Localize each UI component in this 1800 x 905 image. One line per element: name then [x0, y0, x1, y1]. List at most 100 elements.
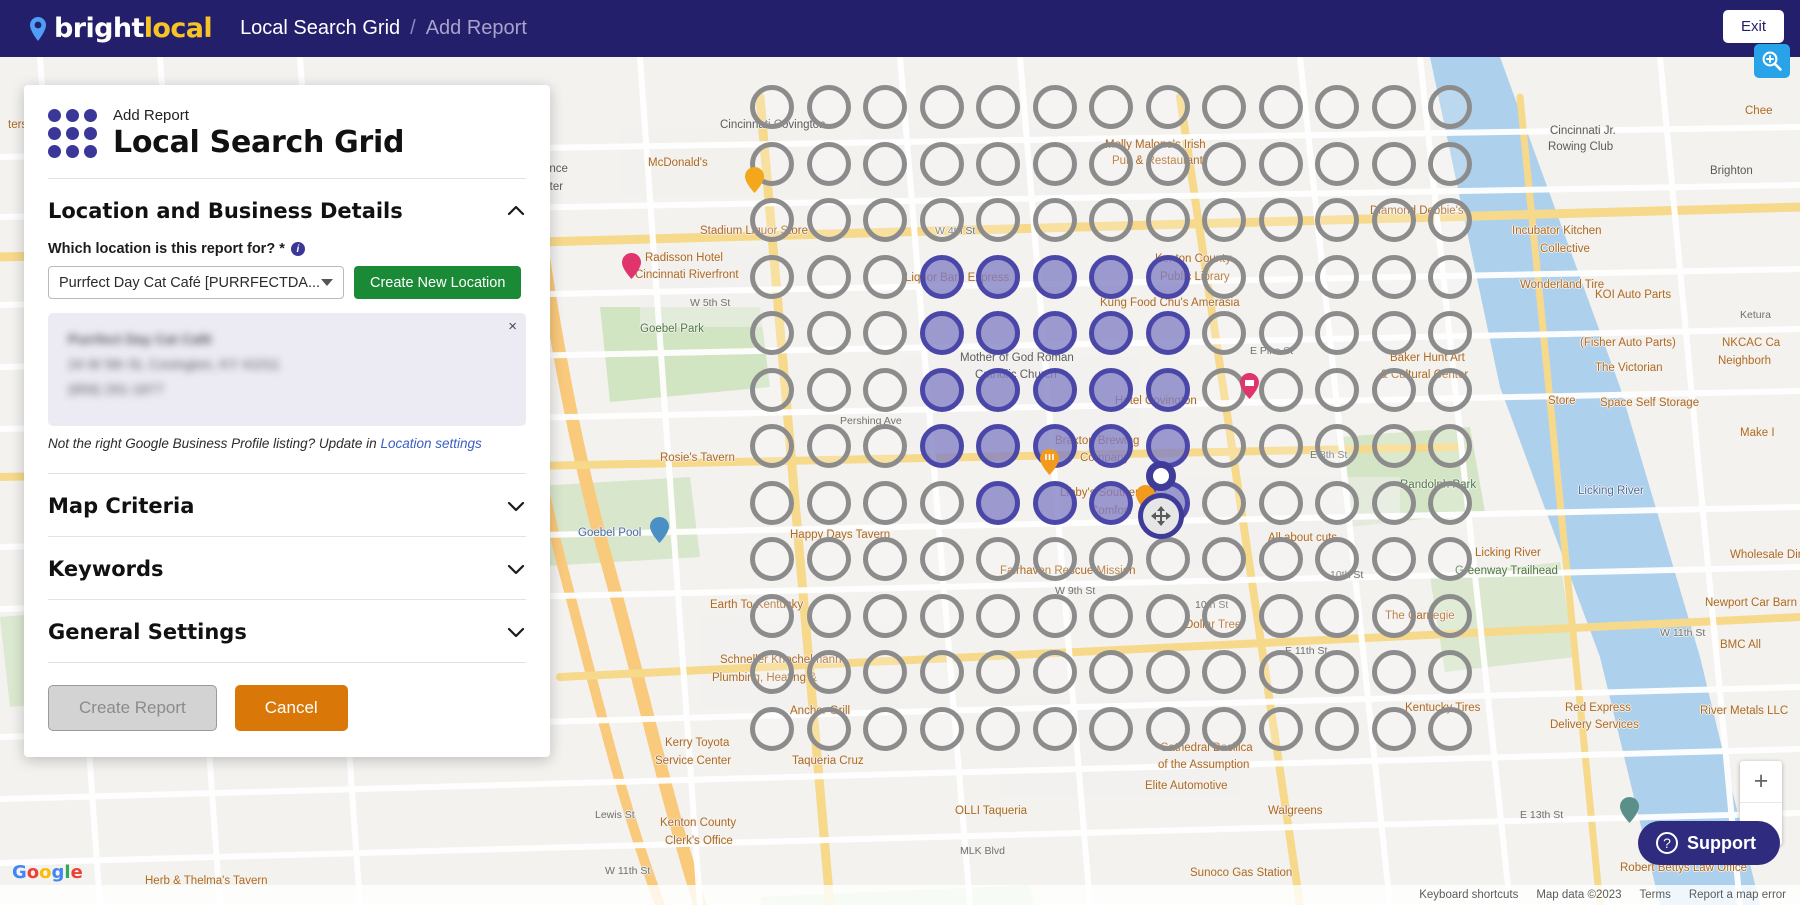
- grid-pin[interactable]: [920, 650, 964, 694]
- grid-pin[interactable]: [1428, 368, 1472, 412]
- grid-pin[interactable]: [1315, 368, 1359, 412]
- grid-pin[interactable]: [976, 537, 1020, 581]
- grid-pin[interactable]: [1315, 255, 1359, 299]
- poi-pin-store[interactable]: [1620, 797, 1639, 823]
- grid-pin[interactable]: [1033, 85, 1077, 129]
- grid-pin[interactable]: [1089, 142, 1133, 186]
- grid-pin[interactable]: [976, 650, 1020, 694]
- grid-pin-active[interactable]: [1089, 255, 1133, 299]
- exit-button[interactable]: Exit: [1723, 10, 1784, 43]
- grid-pin[interactable]: [1428, 650, 1472, 694]
- grid-pin[interactable]: [1372, 198, 1416, 242]
- grid-pin[interactable]: [1146, 85, 1190, 129]
- section-header-keywords[interactable]: Keywords: [48, 537, 526, 599]
- grid-pin[interactable]: [1202, 537, 1246, 581]
- grid-center-drag-handle[interactable]: [1138, 493, 1184, 539]
- grid-pin[interactable]: [1372, 311, 1416, 355]
- grid-pin[interactable]: [920, 481, 964, 525]
- grid-pin[interactable]: [1315, 85, 1359, 129]
- grid-pin-active[interactable]: [1033, 481, 1077, 525]
- grid-pin-active[interactable]: [1089, 311, 1133, 355]
- grid-pin-active[interactable]: [1089, 424, 1133, 468]
- grid-pin[interactable]: [1428, 594, 1472, 638]
- grid-pin[interactable]: [807, 255, 851, 299]
- grid-pin[interactable]: [1202, 142, 1246, 186]
- grid-pin[interactable]: [1315, 198, 1359, 242]
- grid-pin[interactable]: [863, 424, 907, 468]
- grid-pin[interactable]: [750, 650, 794, 694]
- grid-pin[interactable]: [1315, 650, 1359, 694]
- grid-pin[interactable]: [807, 198, 851, 242]
- grid-pin[interactable]: [1372, 85, 1416, 129]
- grid-pin[interactable]: [1315, 481, 1359, 525]
- info-icon[interactable]: i: [291, 242, 305, 256]
- grid-pin-active[interactable]: [920, 424, 964, 468]
- grid-pin[interactable]: [1259, 311, 1303, 355]
- create-report-button[interactable]: Create Report: [48, 685, 217, 731]
- location-settings-link[interactable]: Location settings: [380, 436, 481, 451]
- grid-pin[interactable]: [1259, 594, 1303, 638]
- grid-pin[interactable]: [1202, 707, 1246, 751]
- grid-pin[interactable]: [1372, 650, 1416, 694]
- grid-pin[interactable]: [1089, 650, 1133, 694]
- grid-pin[interactable]: [807, 311, 851, 355]
- grid-pin[interactable]: [807, 594, 851, 638]
- grid-pin[interactable]: [920, 594, 964, 638]
- grid-pin[interactable]: [976, 85, 1020, 129]
- grid-pin[interactable]: [1259, 368, 1303, 412]
- grid-pin[interactable]: [1033, 707, 1077, 751]
- grid-pin[interactable]: [807, 424, 851, 468]
- grid-pin[interactable]: [1202, 85, 1246, 129]
- grid-pin[interactable]: [1428, 311, 1472, 355]
- grid-pin[interactable]: [863, 198, 907, 242]
- grid-pin[interactable]: [863, 311, 907, 355]
- chevron-down-icon[interactable]: [506, 622, 526, 642]
- grid-pin[interactable]: [863, 650, 907, 694]
- grid-pin[interactable]: [1202, 481, 1246, 525]
- poi-pin-mcdonalds[interactable]: [745, 167, 764, 193]
- breadcrumb-parent[interactable]: Local Search Grid: [240, 17, 400, 40]
- grid-pin[interactable]: [1089, 198, 1133, 242]
- grid-pin[interactable]: [1428, 85, 1472, 129]
- grid-pin[interactable]: [1089, 707, 1133, 751]
- grid-pin-active[interactable]: [1033, 255, 1077, 299]
- grid-pin[interactable]: [1033, 650, 1077, 694]
- grid-pin[interactable]: [750, 85, 794, 129]
- chevron-up-icon[interactable]: [506, 201, 526, 221]
- grid-pin-active[interactable]: [976, 255, 1020, 299]
- grid-pin[interactable]: [976, 707, 1020, 751]
- grid-pin[interactable]: [1202, 255, 1246, 299]
- grid-pin[interactable]: [1372, 142, 1416, 186]
- section-header-location-and-business-details[interactable]: Location and Business Details: [48, 179, 526, 241]
- grid-pin[interactable]: [1259, 142, 1303, 186]
- grid-pin[interactable]: [1146, 198, 1190, 242]
- grid-pin[interactable]: [750, 707, 794, 751]
- grid-pin[interactable]: [920, 85, 964, 129]
- grid-pin[interactable]: [1315, 707, 1359, 751]
- grid-pin[interactable]: [1315, 594, 1359, 638]
- location-select[interactable]: Purrfect Day Cat Café [PURRFECTDA...: [48, 266, 344, 299]
- grid-pin[interactable]: [807, 85, 851, 129]
- grid-pin-active[interactable]: [976, 481, 1020, 525]
- grid-pin[interactable]: [750, 481, 794, 525]
- map-search-zoom-badge[interactable]: [1754, 44, 1790, 78]
- zoom-in-button[interactable]: +: [1740, 761, 1782, 803]
- grid-pin-active[interactable]: [920, 311, 964, 355]
- grid-pin[interactable]: [1202, 311, 1246, 355]
- grid-pin[interactable]: [863, 537, 907, 581]
- grid-pin[interactable]: [863, 85, 907, 129]
- grid-pin[interactable]: [1146, 537, 1190, 581]
- cancel-button[interactable]: Cancel: [235, 685, 348, 731]
- grid-pin[interactable]: [750, 198, 794, 242]
- grid-pin[interactable]: [750, 594, 794, 638]
- grid-pin[interactable]: [1428, 255, 1472, 299]
- grid-pin[interactable]: [1146, 707, 1190, 751]
- grid-pin[interactable]: [1259, 650, 1303, 694]
- grid-pin[interactable]: [1146, 594, 1190, 638]
- grid-pin[interactable]: [1202, 424, 1246, 468]
- grid-pin[interactable]: [920, 142, 964, 186]
- grid-pin[interactable]: [1259, 424, 1303, 468]
- grid-pin[interactable]: [1259, 198, 1303, 242]
- grid-pin[interactable]: [1372, 594, 1416, 638]
- grid-pin-active[interactable]: [976, 424, 1020, 468]
